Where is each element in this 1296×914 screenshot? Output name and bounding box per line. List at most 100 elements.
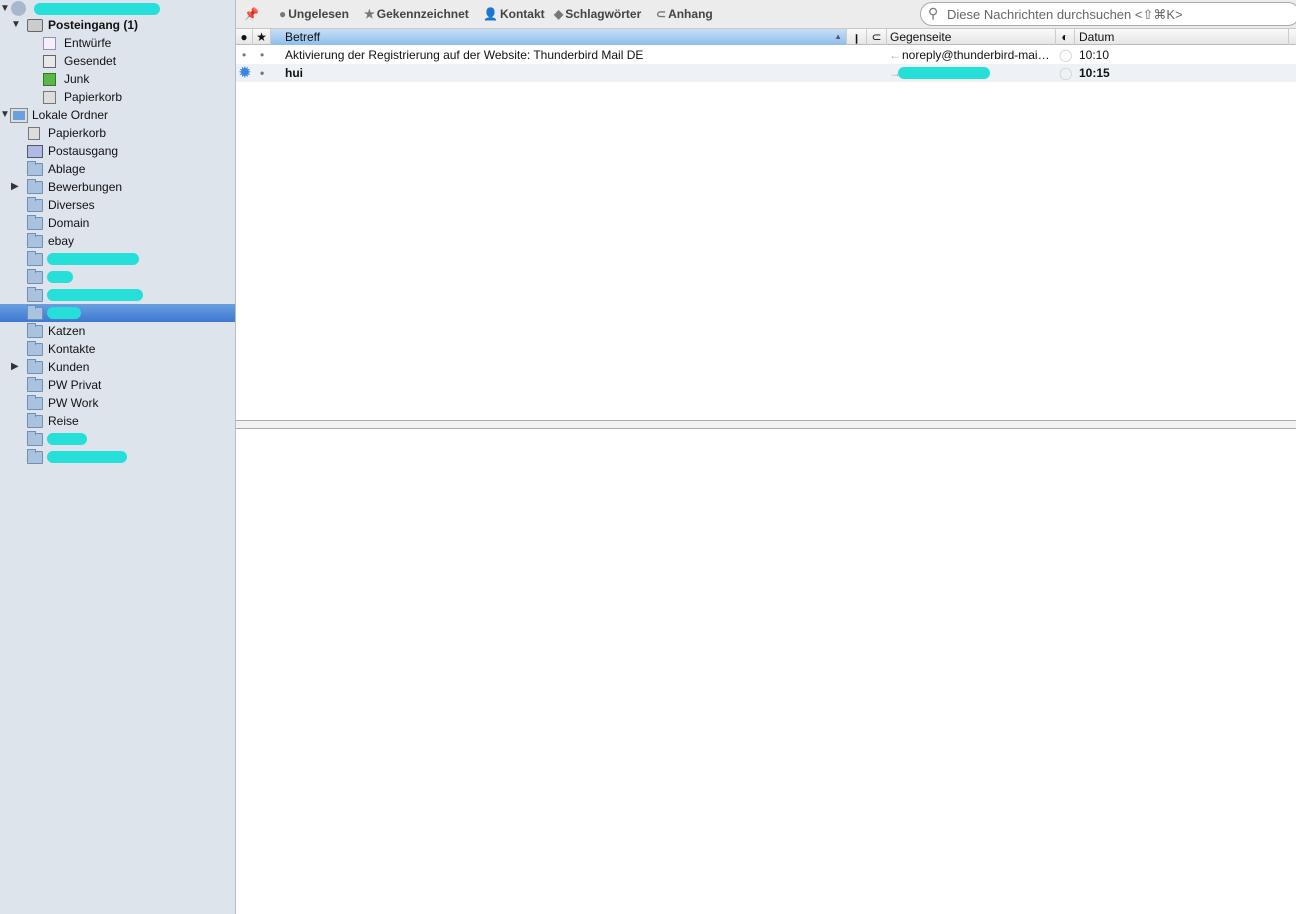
junk-status-icon[interactable]: ◯	[1059, 66, 1072, 80]
message-row[interactable]: ✹ • hui → ◯ 10:15	[236, 64, 1296, 82]
star-dot-icon[interactable]: •	[260, 66, 264, 80]
folder-icon	[27, 197, 43, 212]
local-folder-1[interactable]: Postausgang	[0, 142, 235, 160]
folder-1[interactable]: Gesendet	[0, 52, 235, 70]
local-folder-18[interactable]	[0, 448, 235, 466]
folder-label: PW Privat	[48, 378, 102, 392]
filter-unread[interactable]: ● Ungelesen	[279, 7, 349, 21]
column-attachment[interactable]: ⊂	[867, 29, 887, 45]
folder-inbox[interactable]: ▼ Posteingang (1)	[0, 16, 235, 34]
filter-contact[interactable]: 👤 Kontakt	[483, 7, 545, 21]
sent-icon	[43, 55, 56, 68]
column-subject[interactable]: Betreff ▲	[271, 29, 847, 45]
local-folder-3[interactable]: ▶ Bewerbungen	[0, 178, 235, 196]
account-icon	[11, 1, 26, 16]
pin-icon[interactable]: 📌	[244, 7, 259, 21]
local-folder-10[interactable]	[0, 304, 235, 322]
redacted-correspondent	[898, 67, 990, 79]
local-folder-7[interactable]	[0, 250, 235, 268]
local-folder-2[interactable]: Ablage	[0, 160, 235, 178]
redacted-folder-name	[47, 433, 87, 445]
local-folder-8[interactable]	[0, 268, 235, 286]
folder-3[interactable]: Papierkorb	[0, 88, 235, 106]
folder-label: Junk	[64, 72, 90, 86]
folder-pane: ▼ ▼ Posteingang (1) Entwürfe Gesendet Junk…	[0, 0, 236, 914]
message-preview-pane	[236, 429, 1296, 914]
column-unread[interactable]: ●	[236, 29, 253, 45]
search-icon: ⚲	[928, 5, 939, 21]
folder-label: Gesendet	[64, 54, 117, 68]
filter-starred[interactable]: ★ Gekennzeichnet	[364, 7, 469, 21]
folder-label: Katzen	[48, 324, 86, 338]
column-star[interactable]: ★	[253, 29, 271, 45]
folder-0[interactable]: Entwürfe	[0, 34, 235, 52]
column-thread[interactable]: ꞁ	[847, 29, 867, 45]
local-folder-0[interactable]: Papierkorb	[0, 124, 235, 142]
trash-icon	[28, 127, 40, 140]
thread-column-header: ● ★ Betreff ▲ ꞁ ⊂ Gegenseite ◐ Datum	[236, 29, 1296, 45]
expand-triangle-icon[interactable]: ▼	[0, 109, 10, 120]
filter-label: Ungelesen	[288, 7, 349, 21]
local-folder-5[interactable]: Domain	[0, 214, 235, 232]
redacted-account-name	[34, 3, 160, 15]
filter-attachment[interactable]: ⊂ Anhang	[656, 7, 713, 21]
folder-icon	[27, 215, 43, 230]
column-junk[interactable]: ◐	[1056, 29, 1075, 45]
local-folder-13[interactable]: ▶ Kunden	[0, 358, 235, 376]
read-dot-icon[interactable]: •	[242, 48, 246, 62]
folder-icon	[27, 269, 43, 284]
folder-label: Entwürfe	[64, 36, 112, 50]
column-correspondent[interactable]: Gegenseite	[887, 29, 1056, 45]
computer-icon	[10, 108, 28, 123]
local-folder-4[interactable]: Diverses	[0, 196, 235, 214]
folder-local[interactable]: ▼ Lokale Ordner	[0, 106, 235, 124]
local-folder-16[interactable]: Reise	[0, 412, 235, 430]
sort-ascending-icon: ▲	[834, 32, 842, 41]
star-dot-icon[interactable]: •	[260, 48, 264, 62]
folder-label: Diverses	[48, 198, 95, 212]
folder-icon	[27, 377, 43, 392]
column-label: Betreff	[285, 30, 321, 44]
pane-splitter[interactable]	[236, 420, 1296, 429]
outbox-icon	[27, 145, 43, 158]
column-date[interactable]: Datum	[1075, 29, 1289, 45]
folder-icon	[27, 233, 43, 248]
collapsed-triangle-icon[interactable]: ▶	[11, 181, 19, 192]
search-input[interactable]: ⚲ Diese Nachrichten durchsuchen <⇧⌘K>	[920, 2, 1296, 26]
drafts-icon	[43, 37, 56, 50]
redacted-folder-name	[47, 289, 143, 301]
junk-status-icon[interactable]: ◯	[1059, 48, 1072, 62]
message-row[interactable]: • • Aktivierung der Registrierung auf de…	[236, 46, 1296, 64]
column-label: Gegenseite	[890, 30, 952, 44]
message-subject: hui	[285, 66, 303, 80]
folder-label: Postausgang	[48, 144, 119, 158]
folder-label: ebay	[48, 234, 75, 248]
folder-label: Papierkorb	[48, 126, 107, 140]
expand-triangle-icon[interactable]: ▼	[11, 19, 21, 30]
collapsed-triangle-icon[interactable]: ▶	[11, 361, 19, 372]
folder-2[interactable]: Junk	[0, 70, 235, 88]
search-placeholder: Diese Nachrichten durchsuchen <⇧⌘K>	[947, 7, 1183, 22]
folder-label: Lokale Ordner	[32, 108, 109, 122]
redacted-folder-name	[47, 451, 127, 463]
new-message-icon[interactable]: ✹	[239, 64, 251, 81]
folder-label: Papierkorb	[64, 90, 123, 104]
folder-label: Posteingang (1)	[48, 18, 139, 32]
expand-triangle-icon[interactable]: ▼	[0, 3, 10, 14]
local-folder-17[interactable]	[0, 430, 235, 448]
filter-tags[interactable]: ◆ Schlagwörter	[554, 7, 641, 21]
message-date: 10:10	[1079, 48, 1110, 62]
local-folder-12[interactable]: Kontakte	[0, 340, 235, 358]
folder-icon	[27, 251, 43, 266]
message-correspondent: noreply@thunderbird-mai…	[902, 48, 1050, 62]
folder-icon	[27, 305, 43, 320]
local-folder-14[interactable]: PW Privat	[0, 376, 235, 394]
column-picker-icon[interactable]	[1289, 29, 1296, 45]
local-folder-9[interactable]	[0, 286, 235, 304]
tag-icon: ◆	[554, 7, 564, 21]
folder-icon	[27, 287, 43, 302]
quick-filter-bar: 📌 ● Ungelesen ★ Gekennzeichnet 👤 Kontakt ◆ S…	[236, 0, 1296, 29]
local-folder-11[interactable]: Katzen	[0, 322, 235, 340]
local-folder-6[interactable]: ebay	[0, 232, 235, 250]
local-folder-15[interactable]: PW Work	[0, 394, 235, 412]
